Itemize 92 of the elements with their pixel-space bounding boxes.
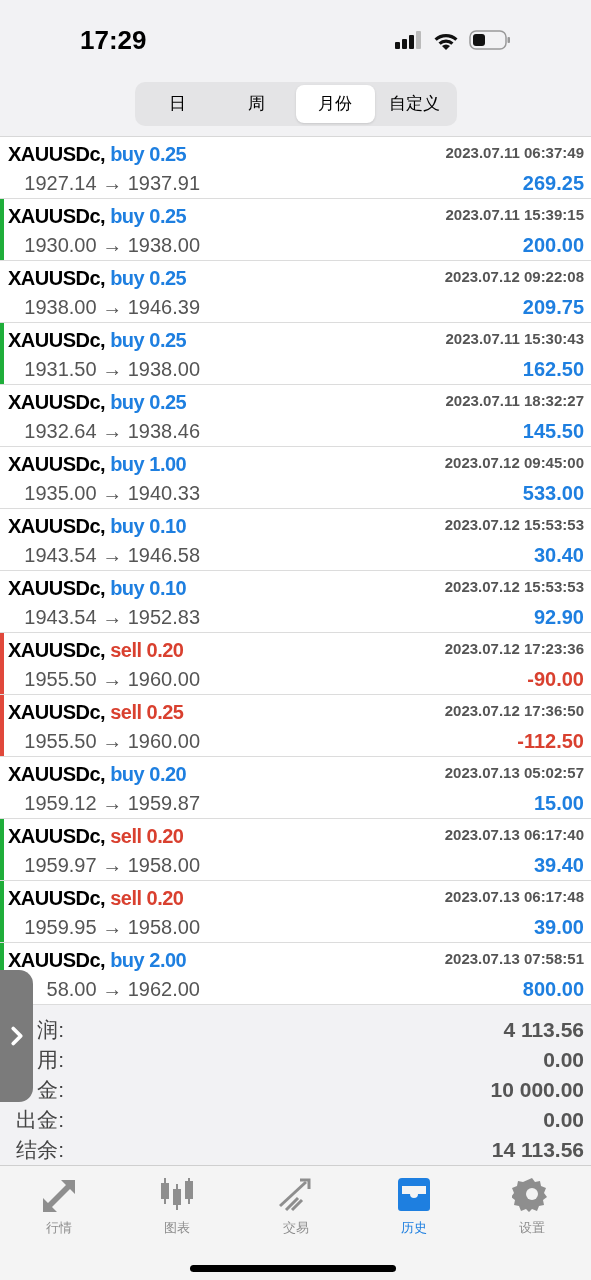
price-range: 1943.54 → 1946.58 bbox=[24, 542, 200, 568]
price-range: 1932.64 → 1938.46 bbox=[24, 418, 200, 444]
order-label: buy 1.00 bbox=[110, 451, 187, 477]
trade-time: 2023.07.13 06:17:40 bbox=[444, 825, 584, 846]
summary-label: 出金: bbox=[16, 1107, 64, 1134]
battery-icon bbox=[469, 30, 511, 50]
profit-value: 145.50 bbox=[522, 418, 584, 444]
trade-time: 2023.07.12 15:53:53 bbox=[444, 515, 584, 536]
order-label: sell 0.20 bbox=[110, 823, 184, 849]
side-panel-handle[interactable] bbox=[0, 970, 33, 1102]
symbol-label: XAUUSDc, bbox=[8, 885, 106, 911]
price-range: 1955.50 → 1960.00 bbox=[24, 728, 200, 754]
symbol-label: XAUUSDc, bbox=[8, 451, 106, 477]
order-label: buy 0.25 bbox=[110, 265, 187, 291]
trade-time: 2023.07.12 15:53:53 bbox=[444, 577, 584, 598]
summary-value: 14 113.56 bbox=[491, 1137, 584, 1164]
summary-label: 润: bbox=[37, 1017, 64, 1044]
profit-value: 533.00 bbox=[522, 480, 584, 506]
order-label: buy 0.25 bbox=[110, 389, 187, 415]
price-range: 58.00 → 1962.00 bbox=[46, 976, 200, 1002]
symbol-label: XAUUSDc, bbox=[8, 513, 106, 539]
symbol-label: XAUUSDc, bbox=[8, 265, 106, 291]
price-range: 1959.97 → 1958.00 bbox=[24, 852, 200, 878]
profit-value: 162.50 bbox=[522, 356, 584, 382]
order-label: sell 0.20 bbox=[110, 637, 184, 663]
trade-row[interactable]: XAUUSDc, buy 2.00 2023.07.13 07:58:51 58.00 → 1962.00 800.00 bbox=[0, 943, 591, 1005]
trade-time: 2023.07.11 15:30:43 bbox=[445, 329, 584, 350]
trade-time: 2023.07.11 15:39:15 bbox=[445, 205, 584, 226]
symbol-label: XAUUSDc, bbox=[8, 947, 106, 973]
trade-row[interactable]: XAUUSDc, sell 0.25 2023.07.12 17:36:50 1955.50 → 1960.00 -112.50 bbox=[0, 695, 591, 757]
price-range: 1955.50 → 1960.00 bbox=[24, 666, 200, 692]
order-label: buy 2.00 bbox=[110, 947, 187, 973]
order-label: buy 0.10 bbox=[110, 513, 187, 539]
profit-value: 209.75 bbox=[522, 294, 584, 320]
summary-value: 10 000.00 bbox=[490, 1077, 584, 1104]
trade-time: 2023.07.11 06:37:49 bbox=[445, 143, 584, 164]
order-label: buy 0.25 bbox=[110, 327, 187, 353]
order-label: buy 0.20 bbox=[110, 761, 187, 787]
trade-time: 2023.07.13 05:02:57 bbox=[444, 763, 584, 784]
symbol-label: XAUUSDc, bbox=[8, 203, 106, 229]
profit-value: 39.00 bbox=[533, 914, 584, 940]
profit-value: 269.25 bbox=[522, 170, 584, 196]
price-range: 1927.14 → 1937.91 bbox=[24, 170, 200, 196]
symbol-label: XAUUSDc, bbox=[8, 699, 106, 725]
summary-label: 结余: bbox=[16, 1137, 64, 1164]
price-range: 1959.12 → 1959.87 bbox=[24, 790, 200, 816]
price-range: 1938.00 → 1946.39 bbox=[24, 294, 200, 320]
trade-row[interactable]: XAUUSDc, sell 0.20 2023.07.13 06:17:40 1959.97 → 1958.00 39.40 bbox=[0, 819, 591, 881]
trade-time: 2023.07.11 18:32:27 bbox=[445, 391, 584, 412]
order-label: sell 0.25 bbox=[110, 699, 184, 725]
period-tab[interactable]: 周 bbox=[216, 85, 296, 123]
trade-time: 2023.07.12 09:22:08 bbox=[444, 267, 584, 288]
order-label: sell 0.20 bbox=[110, 885, 184, 911]
period-tab[interactable]: 日 bbox=[137, 85, 217, 123]
symbol-label: XAUUSDc, bbox=[8, 761, 106, 787]
order-label: buy 0.25 bbox=[110, 141, 187, 167]
symbol-label: XAUUSDc, bbox=[8, 141, 106, 167]
symbol-label: XAUUSDc, bbox=[8, 389, 106, 415]
profit-value: 200.00 bbox=[522, 232, 584, 258]
price-range: 1931.50 → 1938.00 bbox=[24, 356, 200, 382]
price-range: 1959.95 → 1958.00 bbox=[24, 914, 200, 940]
symbol-label: XAUUSDc, bbox=[8, 823, 106, 849]
price-range: 1935.00 → 1940.33 bbox=[24, 480, 200, 506]
profit-value: 30.40 bbox=[533, 542, 584, 568]
profit-value: 39.40 bbox=[533, 852, 584, 878]
period-tab[interactable]: 自定义 bbox=[374, 85, 454, 123]
summary-value: 4 113.56 bbox=[503, 1017, 584, 1044]
trade-time: 2023.07.13 07:58:51 bbox=[444, 949, 584, 970]
symbol-label: XAUUSDc, bbox=[8, 637, 106, 663]
symbol-label: XAUUSDc, bbox=[8, 327, 106, 353]
order-label: buy 0.10 bbox=[110, 575, 187, 601]
price-range: 1943.54 → 1952.83 bbox=[24, 604, 200, 630]
period-tab[interactable]: 月份 bbox=[295, 85, 375, 123]
trade-time: 2023.07.12 17:23:36 bbox=[444, 639, 584, 660]
profit-value: -90.00 bbox=[527, 666, 584, 692]
profit-value: 92.90 bbox=[533, 604, 584, 630]
profit-value: 800.00 bbox=[522, 976, 584, 1002]
order-label: buy 0.25 bbox=[110, 203, 187, 229]
trade-time: 2023.07.13 06:17:48 bbox=[444, 887, 584, 908]
signal-icon bbox=[395, 31, 423, 49]
profit-value: -112.50 bbox=[517, 728, 584, 754]
trade-time: 2023.07.12 09:45:00 bbox=[444, 453, 584, 474]
summary-value: 0.00 bbox=[543, 1107, 584, 1134]
tab-bar-item[interactable]: 历史 bbox=[354, 1176, 473, 1240]
symbol-label: XAUUSDc, bbox=[8, 575, 106, 601]
price-range: 1930.00 → 1938.00 bbox=[24, 232, 200, 258]
summary-value: 0.00 bbox=[543, 1047, 584, 1074]
profit-value: 15.00 bbox=[533, 790, 584, 816]
status-time: 17:29 bbox=[80, 23, 147, 57]
summary-label: 用: bbox=[37, 1047, 64, 1074]
trade-time: 2023.07.12 17:36:50 bbox=[444, 701, 584, 722]
summary-label: 金: bbox=[37, 1077, 64, 1104]
